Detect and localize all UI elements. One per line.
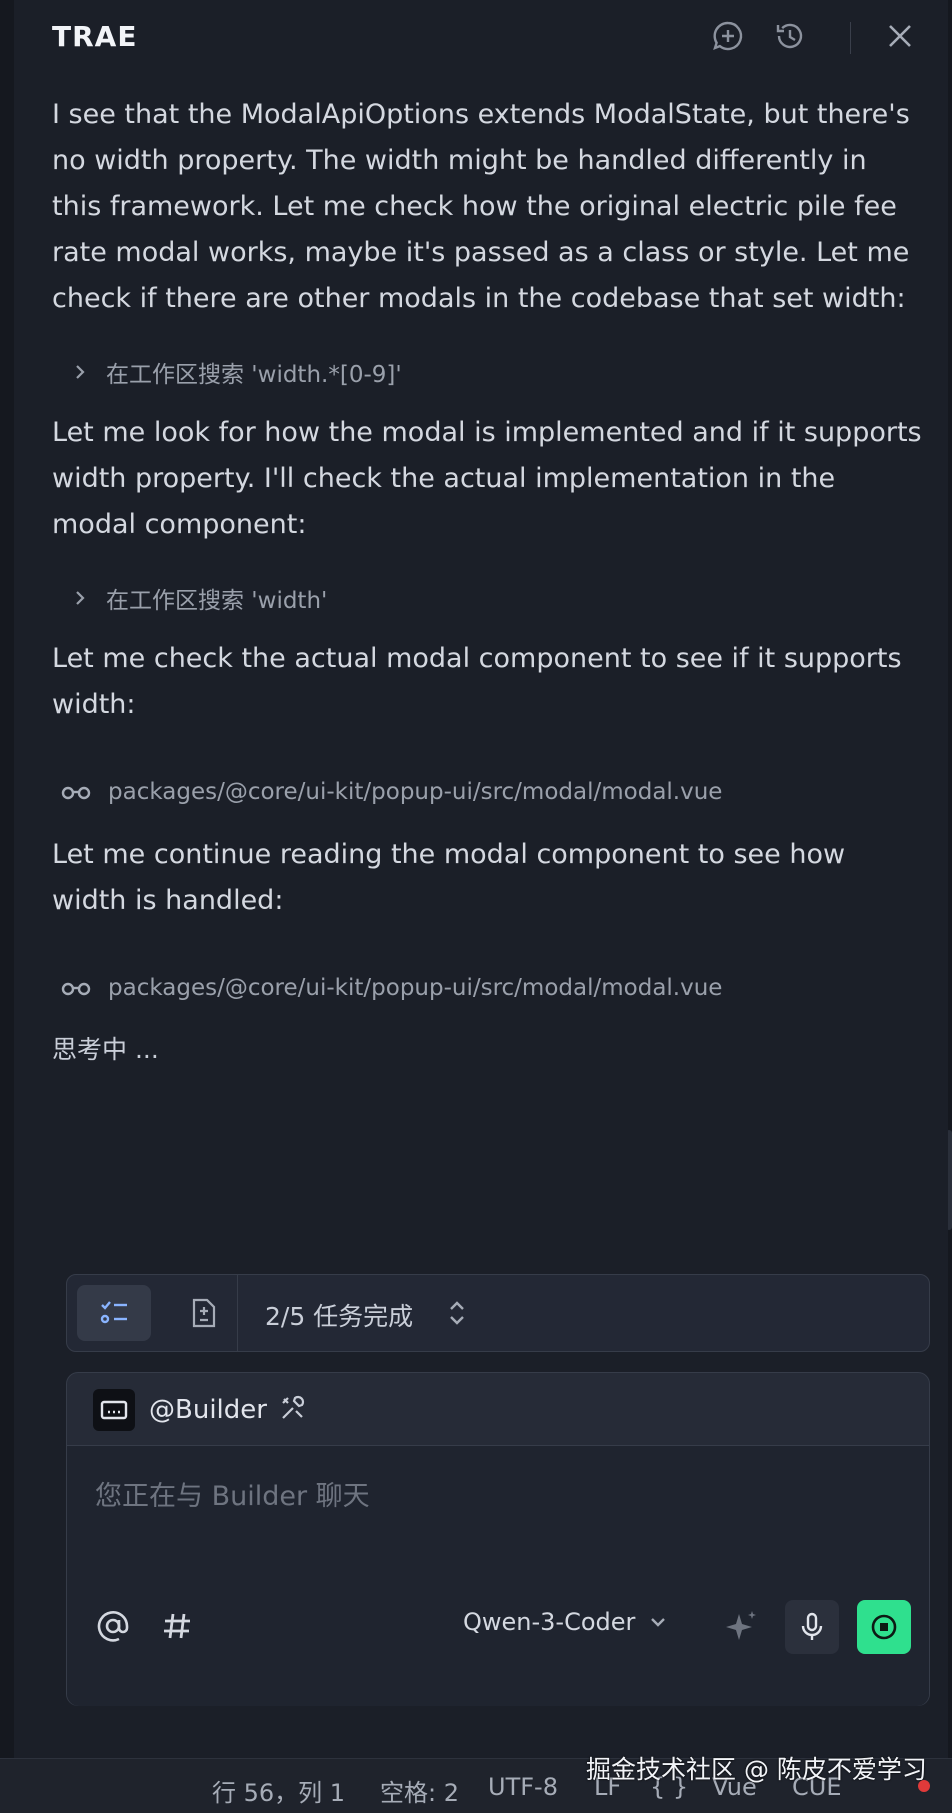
task-diff-button[interactable] xyxy=(167,1285,241,1341)
file-diff-icon xyxy=(192,1298,216,1328)
indentation[interactable]: 空格: 2 xyxy=(380,1773,459,1808)
assistant-message: Let me look for how the modal is impleme… xyxy=(52,417,922,540)
agent-selector[interactable]: @Builder xyxy=(93,1387,307,1433)
tool-call-label: 在工作区搜索 'width' xyxy=(106,588,328,614)
task-divider xyxy=(237,1275,238,1351)
expand-toggle-icon[interactable] xyxy=(445,1297,469,1329)
watermark: 掘金技术社区 @ 陈皮不爱学习 xyxy=(586,1755,927,1784)
task-progress-bar: 2/5 任务完成 xyxy=(66,1274,930,1352)
mention-icon[interactable] xyxy=(93,1606,133,1646)
hash-icon[interactable] xyxy=(157,1606,197,1646)
cursor-position[interactable]: 行 56，列 1 xyxy=(212,1773,345,1808)
message-input[interactable]: 您正在与 Builder 聊天 Qwen-3-Coder xyxy=(67,1445,929,1706)
tools-icon[interactable] xyxy=(279,1394,307,1426)
thinking-indicator: 思考中 ... xyxy=(52,1035,159,1064)
sparkle-icon[interactable] xyxy=(719,1604,763,1648)
tool-call-search[interactable]: 在工作区搜索 'width.*[0-9]' xyxy=(52,352,924,392)
tool-call-label: 在工作区搜索 'width.*[0-9]' xyxy=(106,362,402,388)
panel-title: TRAE xyxy=(52,20,138,53)
notification-dot xyxy=(918,1780,930,1792)
tool-call-read-file[interactable]: packages/@core/ui-kit/popup-ui/src/modal… xyxy=(52,772,924,812)
chevron-down-icon xyxy=(651,1618,666,1627)
chevron-right-icon xyxy=(66,589,94,607)
stop-generation-button[interactable] xyxy=(857,1600,911,1654)
scrollbar-track[interactable] xyxy=(948,0,952,1758)
model-selector[interactable]: Qwen-3-Coder xyxy=(463,1608,667,1636)
stop-icon xyxy=(871,1614,897,1640)
agent-name: @Builder xyxy=(149,1395,267,1425)
header-divider xyxy=(850,22,851,54)
editor-edge xyxy=(0,0,14,1758)
panel-header: TRAE xyxy=(14,0,948,76)
chevron-right-icon xyxy=(66,363,94,381)
history-icon[interactable] xyxy=(772,18,808,54)
tool-call-read-file[interactable]: packages/@core/ui-kit/popup-ui/src/modal… xyxy=(52,968,924,1008)
glasses-icon xyxy=(56,784,96,800)
task-progress-text[interactable]: 2/5 任务完成 xyxy=(265,1297,413,1333)
close-icon[interactable] xyxy=(882,18,918,54)
file-encoding[interactable]: UTF-8 xyxy=(488,1773,558,1801)
assistant-message: Let me continue reading the modal compon… xyxy=(52,839,846,916)
microphone-icon xyxy=(801,1612,823,1640)
message-list: I see that the ModalApiOptions extends M… xyxy=(52,92,924,1066)
chat-composer: @Builder 您正在与 Builder 聊天 Qwen-3-Coder xyxy=(66,1372,930,1706)
assistant-message: I see that the ModalApiOptions extends M… xyxy=(52,99,910,314)
file-path: packages/@core/ui-kit/popup-ui/src/modal… xyxy=(108,975,723,1001)
builder-agent-icon xyxy=(93,1389,135,1431)
new-chat-icon[interactable] xyxy=(710,18,746,54)
task-list-icon xyxy=(100,1301,127,1324)
chat-panel: TRAE I see that the ModalApiOptions exte… xyxy=(14,0,948,1758)
tool-call-search[interactable]: 在工作区搜索 'width' xyxy=(52,578,924,618)
model-name: Qwen-3-Coder xyxy=(463,1608,636,1636)
task-list-button[interactable] xyxy=(77,1285,151,1341)
assistant-message: Let me check the actual modal component … xyxy=(52,643,902,720)
file-path: packages/@core/ui-kit/popup-ui/src/modal… xyxy=(108,779,723,805)
voice-input-button[interactable] xyxy=(785,1600,839,1654)
input-placeholder: 您正在与 Builder 聊天 xyxy=(95,1481,370,1512)
glasses-icon xyxy=(56,980,96,996)
